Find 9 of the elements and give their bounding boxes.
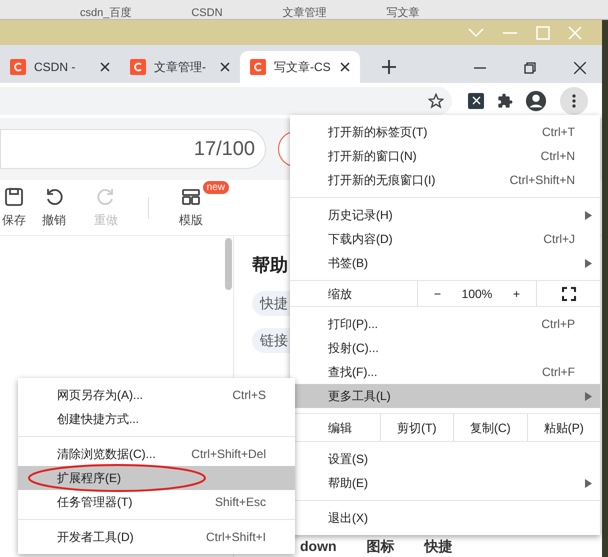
edit-label: 编辑 (327, 420, 353, 436)
character-counter: 17/100 (194, 137, 255, 162)
footer-label: 快捷 (424, 537, 453, 555)
zoom-level: 100% (462, 286, 492, 302)
help-title: 帮助 (252, 254, 288, 277)
footer-label: 图标 (366, 537, 395, 555)
new-badge: new (202, 180, 229, 194)
zoom-label: 缩放 (327, 286, 353, 302)
footer-label: down (300, 537, 337, 555)
